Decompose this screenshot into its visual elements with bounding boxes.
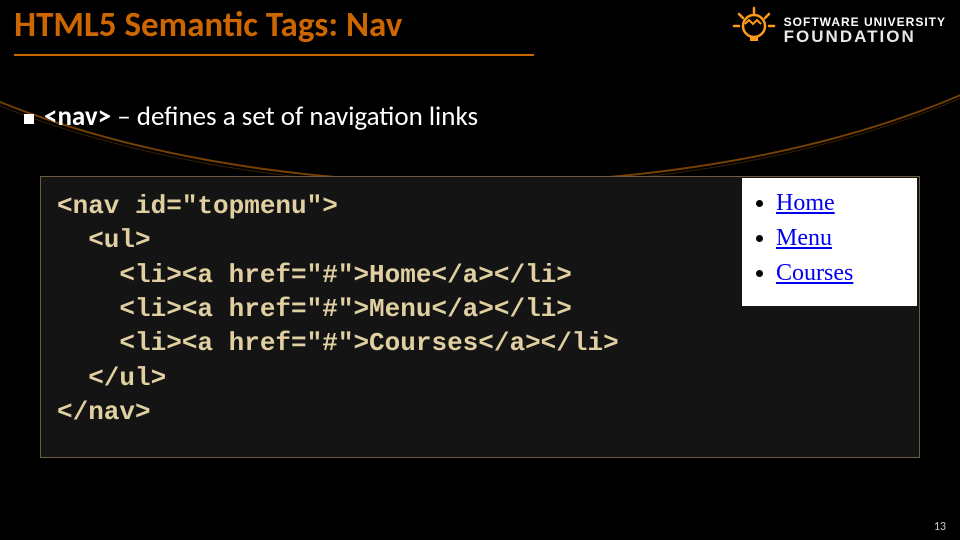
page-number: 13 bbox=[934, 520, 946, 534]
preview-item: Home bbox=[776, 186, 907, 221]
brand-logo: SOFTWARE UNIVERSITY FOUNDATION bbox=[730, 6, 946, 54]
bullet-square-icon bbox=[24, 114, 34, 124]
bullet-point: <nav> – defines a set of navigation link… bbox=[24, 100, 478, 133]
preview-item: Courses bbox=[776, 256, 907, 291]
logo-text-line1: SOFTWARE UNIVERSITY bbox=[784, 16, 946, 28]
preview-link-courses[interactable]: Courses bbox=[776, 260, 853, 286]
bullet-description: – defines a set of navigation links bbox=[111, 100, 478, 133]
slide-title: HTML5 Semantic Tags: Nav bbox=[14, 4, 402, 46]
title-underline bbox=[14, 54, 534, 56]
preview-list: Home Menu Courses bbox=[752, 186, 907, 290]
preview-link-menu[interactable]: Menu bbox=[776, 225, 832, 251]
logo-text-line2: FOUNDATION bbox=[784, 28, 946, 45]
preview-link-home[interactable]: Home bbox=[776, 190, 835, 216]
rendered-preview: Home Menu Courses bbox=[742, 178, 917, 306]
nav-tag-label: <nav> bbox=[44, 100, 111, 133]
lightbulb-icon bbox=[730, 6, 778, 54]
preview-item: Menu bbox=[776, 221, 907, 256]
